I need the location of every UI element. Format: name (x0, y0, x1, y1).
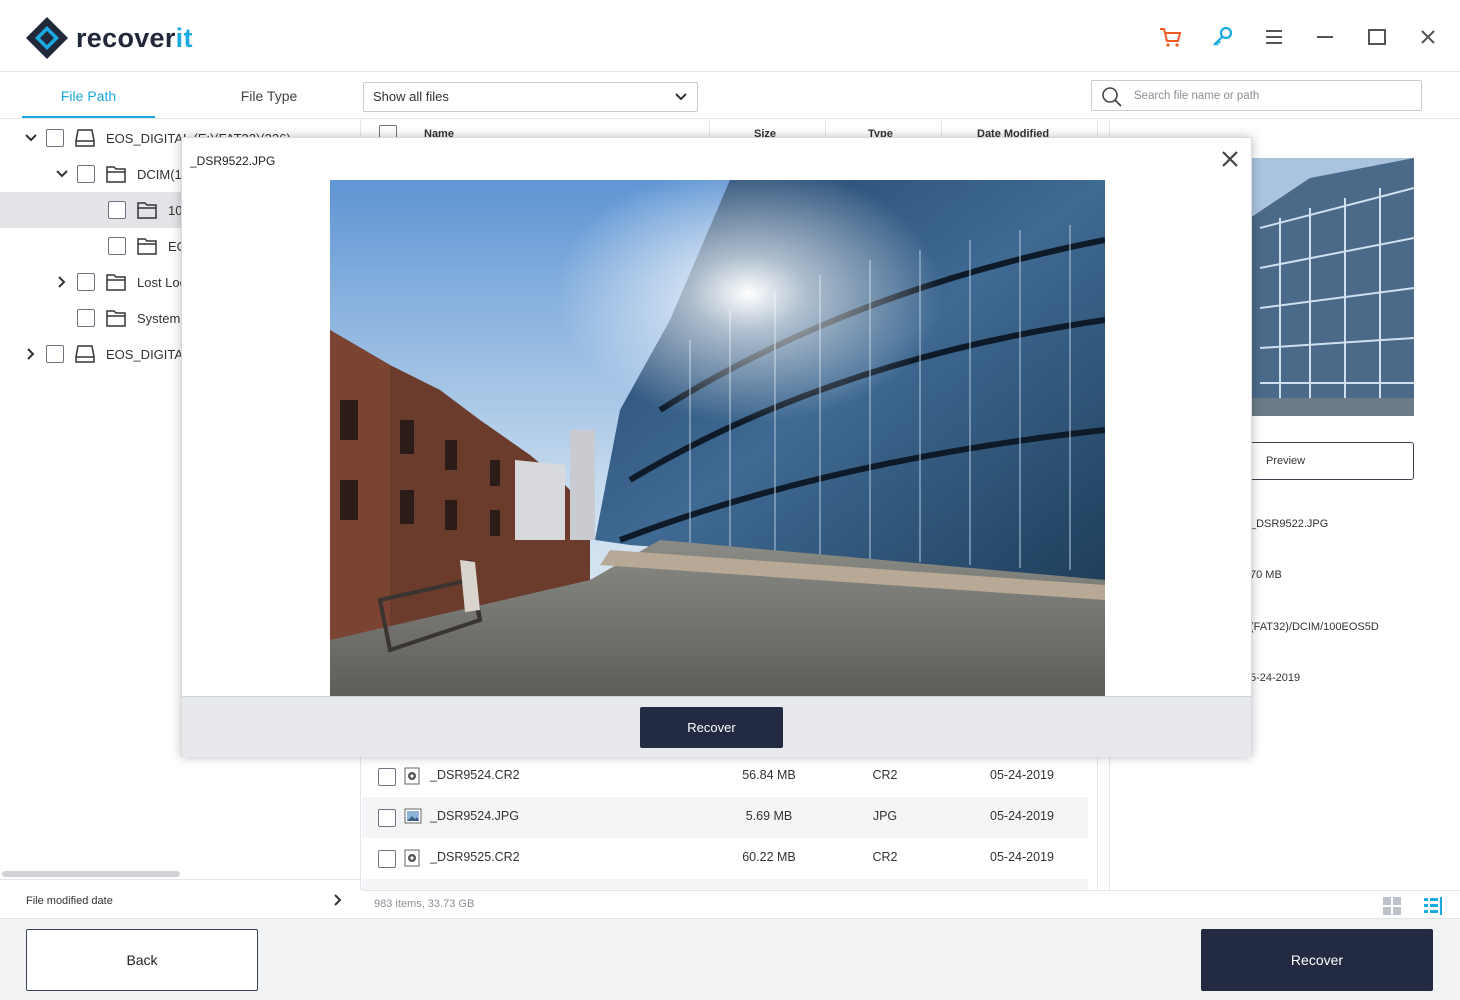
file-checkbox[interactable] (378, 809, 396, 827)
chevron-right-icon (334, 894, 342, 906)
tree-checkbox[interactable] (77, 309, 95, 327)
tree-item-label: Lost Loc (137, 275, 187, 290)
file-size: 60.22 MB (742, 850, 796, 864)
minimize-icon[interactable] (1310, 22, 1340, 52)
file-name: _DSR9524.JPG (430, 809, 519, 823)
item-count: 983 items, 33.73 GB (374, 898, 475, 910)
search-input[interactable] (1132, 86, 1412, 106)
tree-checkbox[interactable] (108, 237, 126, 255)
folder-icon (137, 202, 157, 219)
search-box (1091, 80, 1422, 111)
tree-horizontal-scrollbar[interactable] (2, 871, 180, 877)
preview-dialog: _DSR9522.JPG Recover (181, 137, 1252, 757)
tree-checkbox[interactable] (46, 129, 64, 147)
folder-icon (106, 310, 126, 327)
folder-icon (137, 238, 157, 255)
file-row[interactable]: _DSR9524.JPG 5.69 MB JPG 05-24-2019 (362, 797, 1088, 838)
maximize-icon[interactable] (1362, 22, 1392, 52)
drive-icon (75, 129, 95, 147)
folder-icon (106, 274, 126, 291)
key-icon[interactable] (1208, 22, 1238, 52)
file-date: 05-24-2019 (990, 850, 1054, 864)
status-bar: 983 items, 33.73 GB (362, 890, 1460, 918)
list-view-icon[interactable] (1423, 896, 1443, 916)
info-file-name: _DSR9522.JPG (1250, 518, 1329, 530)
back-button[interactable]: Back (26, 929, 258, 991)
close-icon[interactable] (1221, 150, 1239, 168)
tab-file-path[interactable]: File Path (22, 72, 155, 118)
file-filter-value: Show all files (373, 89, 449, 104)
recover-button[interactable]: Recover (1201, 929, 1433, 991)
file-type: JPG (872, 809, 898, 823)
tree-checkbox[interactable] (77, 165, 95, 183)
tree-checkbox[interactable] (46, 345, 64, 363)
preview-button[interactable]: Preview (1248, 442, 1414, 480)
file-type: CR2 (872, 768, 898, 782)
info-file-size: 70 MB (1250, 569, 1282, 581)
file-type: CR2 (872, 850, 898, 864)
bottom-bar: Back Recover (0, 918, 1460, 1000)
chevron-right-icon[interactable] (56, 276, 68, 288)
chevron-down-icon[interactable] (56, 168, 68, 180)
file-thumbnail (1250, 158, 1414, 416)
raw-file-icon (404, 767, 420, 785)
info-file-date: 5-24-2019 (1250, 672, 1301, 684)
image-file-icon (404, 808, 422, 824)
menu-icon[interactable] (1259, 22, 1289, 52)
file-row[interactable]: _DSR9525.CR2 60.22 MB CR2 05-24-2019 (362, 838, 1088, 879)
file-date: 05-24-2019 (990, 809, 1054, 823)
tree-checkbox[interactable] (77, 273, 95, 291)
sort-label: File modified date (26, 895, 113, 907)
app-logo: recoverit (26, 17, 193, 59)
preview-image (330, 180, 1105, 696)
chevron-down-icon[interactable] (25, 132, 37, 144)
preview-dialog-title: _DSR9522.JPG (190, 154, 276, 168)
file-date: 05-24-2019 (990, 768, 1054, 782)
file-row[interactable]: _DSR9524.CR2 56.84 MB CR2 05-24-2019 (362, 756, 1088, 797)
grid-view-icon[interactable] (1382, 896, 1402, 916)
toolbar-row: File Path File Type Show all files (0, 72, 1460, 119)
sort-filter-row[interactable]: File modified date (0, 879, 360, 917)
recoverit-logo-icon (26, 17, 68, 59)
raw-file-icon (404, 849, 420, 867)
file-size: 5.69 MB (745, 809, 793, 823)
cart-icon[interactable] (1156, 22, 1186, 52)
file-checkbox[interactable] (378, 850, 396, 868)
close-icon[interactable] (1413, 22, 1443, 52)
file-size: 56.84 MB (742, 768, 796, 782)
file-name: _DSR9525.CR2 (430, 850, 520, 864)
file-name: _DSR9524.CR2 (430, 768, 520, 782)
file-checkbox[interactable] (378, 768, 396, 786)
file-filter-dropdown[interactable]: Show all files (363, 82, 698, 112)
file-row[interactable] (362, 879, 1088, 890)
chevron-right-icon[interactable] (25, 348, 37, 360)
tree-checkbox[interactable] (108, 201, 126, 219)
tab-file-type[interactable]: File Type (205, 72, 333, 118)
search-icon[interactable] (1101, 86, 1123, 108)
folder-icon (106, 166, 126, 183)
app-name: recoverit (76, 22, 193, 53)
drive-icon (75, 345, 95, 363)
info-file-path: (FAT32)/DCIM/100EOS5D (1250, 621, 1379, 633)
preview-dialog-footer: Recover (182, 696, 1251, 757)
chevron-down-icon (675, 93, 687, 101)
preview-recover-button[interactable]: Recover (640, 707, 783, 748)
title-bar: recoverit (0, 0, 1460, 72)
